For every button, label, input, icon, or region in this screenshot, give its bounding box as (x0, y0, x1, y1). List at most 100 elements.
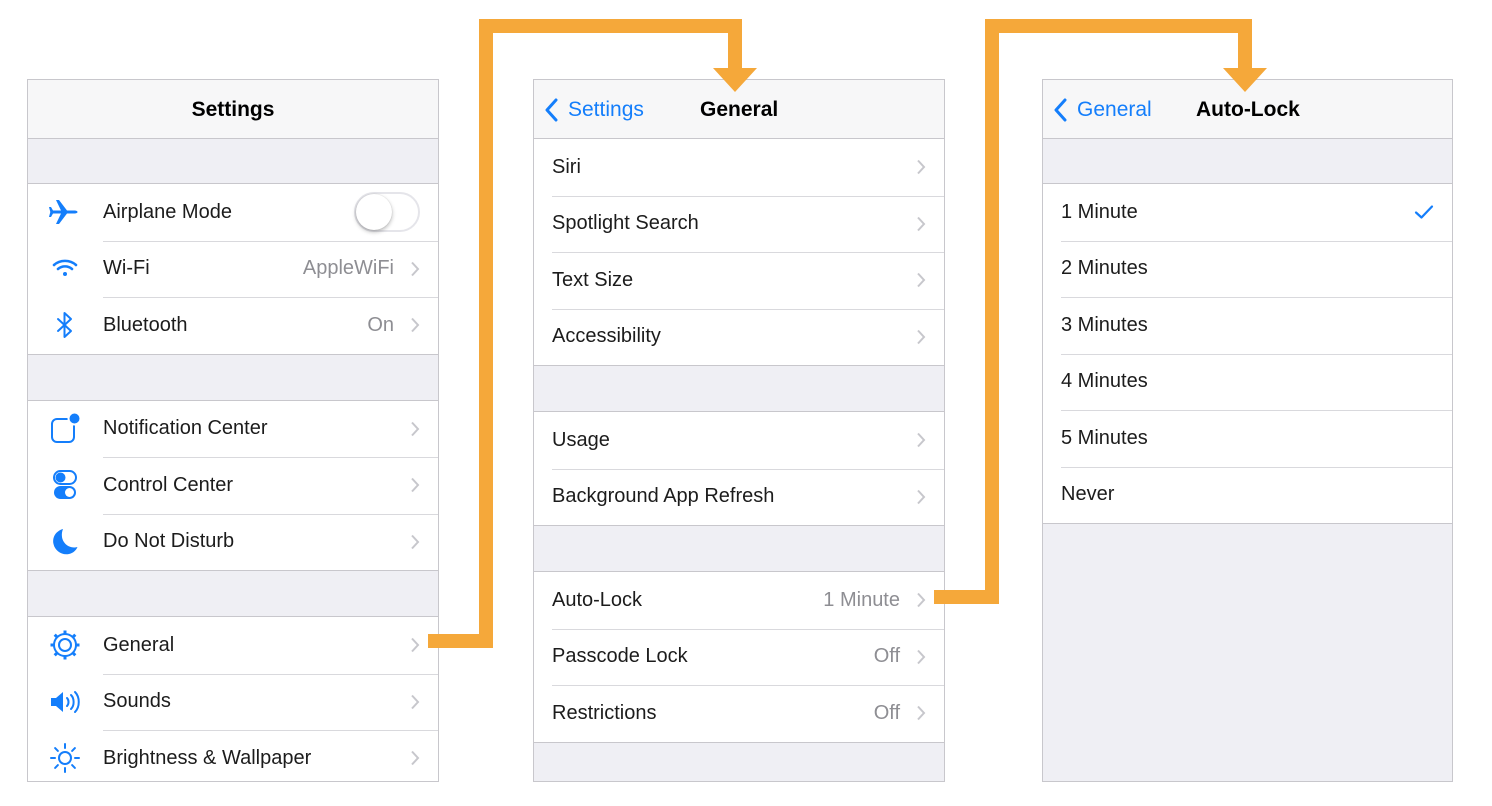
row-label: Passcode Lock (552, 645, 688, 668)
chevron-right-icon (411, 421, 420, 436)
gear-icon (48, 628, 82, 662)
notification-center-icon (48, 411, 82, 446)
auto-lock-title: Auto-Lock (1196, 98, 1300, 121)
row-label: Airplane Mode (103, 200, 232, 223)
airplane-icon (48, 195, 82, 229)
row-label: Text Size (552, 268, 634, 291)
row-label: Siri (552, 155, 581, 178)
general-row-restrictions[interactable]: Restrictions Off (534, 685, 944, 742)
settings-row-control-center[interactable]: Control Center (28, 457, 438, 514)
wifi-icon (48, 252, 82, 286)
general-row-accessibility[interactable]: Accessibility (534, 308, 944, 365)
back-button-general[interactable]: General (1053, 80, 1152, 139)
general-group-usage: Usage Background App Refresh (534, 411, 944, 526)
wifi-network-value: AppleWiFi (302, 257, 394, 280)
chevron-right-icon (917, 489, 926, 504)
general-row-spotlight-search[interactable]: Spotlight Search (534, 195, 944, 252)
settings-navbar: Settings (28, 80, 438, 139)
settings-title: Settings (191, 98, 275, 121)
general-screen: Settings General Siri Spotlight Search T… (533, 79, 945, 782)
settings-row-brightness-wallpaper[interactable]: Brightness & Wallpaper (28, 730, 438, 781)
general-group-security: Auto-Lock 1 Minute Passcode Lock Off Res… (534, 571, 944, 743)
sun-icon (48, 741, 82, 775)
option-label: 3 Minutes (1061, 313, 1148, 336)
settings-row-bluetooth[interactable]: Bluetooth On (28, 297, 438, 354)
auto-lock-option-2-minutes[interactable]: 2 Minutes (1043, 240, 1452, 297)
row-label: Brightness & Wallpaper (103, 746, 312, 769)
row-label: Restrictions (552, 701, 657, 724)
general-row-siri[interactable]: Siri (534, 139, 944, 196)
auto-lock-option-1-minute[interactable]: 1 Minute (1043, 184, 1452, 241)
chevron-right-icon (917, 649, 926, 664)
row-label: Accessibility (552, 325, 661, 348)
auto-lock-option-3-minutes[interactable]: 3 Minutes (1043, 297, 1452, 354)
option-label: 1 Minute (1061, 200, 1138, 223)
chevron-right-icon (917, 433, 926, 448)
auto-lock-value: 1 Minute (823, 588, 900, 611)
settings-row-wifi[interactable]: Wi-Fi AppleWiFi (28, 240, 438, 297)
row-label: Bluetooth (103, 313, 188, 336)
bluetooth-icon (48, 308, 82, 342)
chevron-right-icon (917, 273, 926, 288)
general-row-background-app-refresh[interactable]: Background App Refresh (534, 468, 944, 525)
airplane-mode-toggle[interactable] (354, 192, 420, 233)
general-row-auto-lock[interactable]: Auto-Lock 1 Minute (534, 572, 944, 629)
option-label: 5 Minutes (1061, 426, 1148, 449)
bluetooth-status-value: On (367, 313, 394, 336)
auto-lock-options: 1 Minute 2 Minutes 3 Minutes 4 Minutes 5… (1043, 183, 1452, 524)
general-row-usage[interactable]: Usage (534, 412, 944, 469)
settings-row-sounds[interactable]: Sounds (28, 673, 438, 730)
general-title: General (700, 98, 779, 121)
back-label: General (1077, 97, 1152, 121)
chevron-right-icon (411, 318, 420, 333)
option-label: 2 Minutes (1061, 257, 1148, 280)
auto-lock-option-4-minutes[interactable]: 4 Minutes (1043, 353, 1452, 410)
control-center-icon (48, 468, 82, 502)
passcode-lock-value: Off (873, 645, 900, 668)
restrictions-value: Off (873, 701, 900, 724)
back-label: Settings (568, 97, 644, 121)
row-label: Wi-Fi (103, 257, 150, 280)
settings-row-airplane-mode[interactable]: Airplane Mode (28, 184, 438, 241)
row-label: Sounds (103, 690, 171, 713)
row-label: Notification Center (103, 417, 268, 440)
chevron-right-icon (917, 329, 926, 344)
general-row-text-size[interactable]: Text Size (534, 252, 944, 309)
chevron-right-icon (917, 706, 926, 721)
chevron-right-icon (411, 478, 420, 493)
toggle-knob (356, 194, 392, 231)
row-label: Background App Refresh (552, 485, 775, 508)
option-label: 4 Minutes (1061, 370, 1148, 393)
settings-row-notification-center[interactable]: Notification Center (28, 400, 438, 457)
chevron-right-icon (411, 638, 420, 653)
chevron-right-icon (917, 593, 926, 608)
checkmark-icon (1414, 205, 1434, 219)
row-label: Do Not Disturb (103, 530, 235, 553)
chevron-right-icon (411, 751, 420, 766)
row-label: Control Center (103, 473, 234, 496)
settings-group-centers: Notification Center Control Center Do No… (28, 399, 438, 571)
back-button-settings[interactable]: Settings (544, 80, 644, 139)
general-row-passcode-lock[interactable]: Passcode Lock Off (534, 628, 944, 685)
settings-screen: Settings Airplane Mode Wi-Fi AppleWiFi B… (27, 79, 439, 782)
row-label: Auto-Lock (552, 588, 643, 611)
chevron-left-icon (1054, 98, 1067, 121)
settings-row-do-not-disturb[interactable]: Do Not Disturb (28, 513, 438, 570)
row-label: Spotlight Search (552, 212, 699, 235)
general-navbar: Settings General (534, 80, 944, 139)
auto-lock-option-5-minutes[interactable]: 5 Minutes (1043, 410, 1452, 467)
chevron-right-icon (411, 694, 420, 709)
chevron-left-icon (545, 98, 558, 121)
auto-lock-option-never[interactable]: Never (1043, 466, 1452, 523)
moon-icon (48, 525, 82, 559)
settings-row-general[interactable]: General (28, 617, 438, 674)
settings-group-connectivity: Airplane Mode Wi-Fi AppleWiFi Bluetooth … (28, 183, 438, 355)
chevron-right-icon (411, 261, 420, 276)
option-label: Never (1061, 483, 1115, 506)
